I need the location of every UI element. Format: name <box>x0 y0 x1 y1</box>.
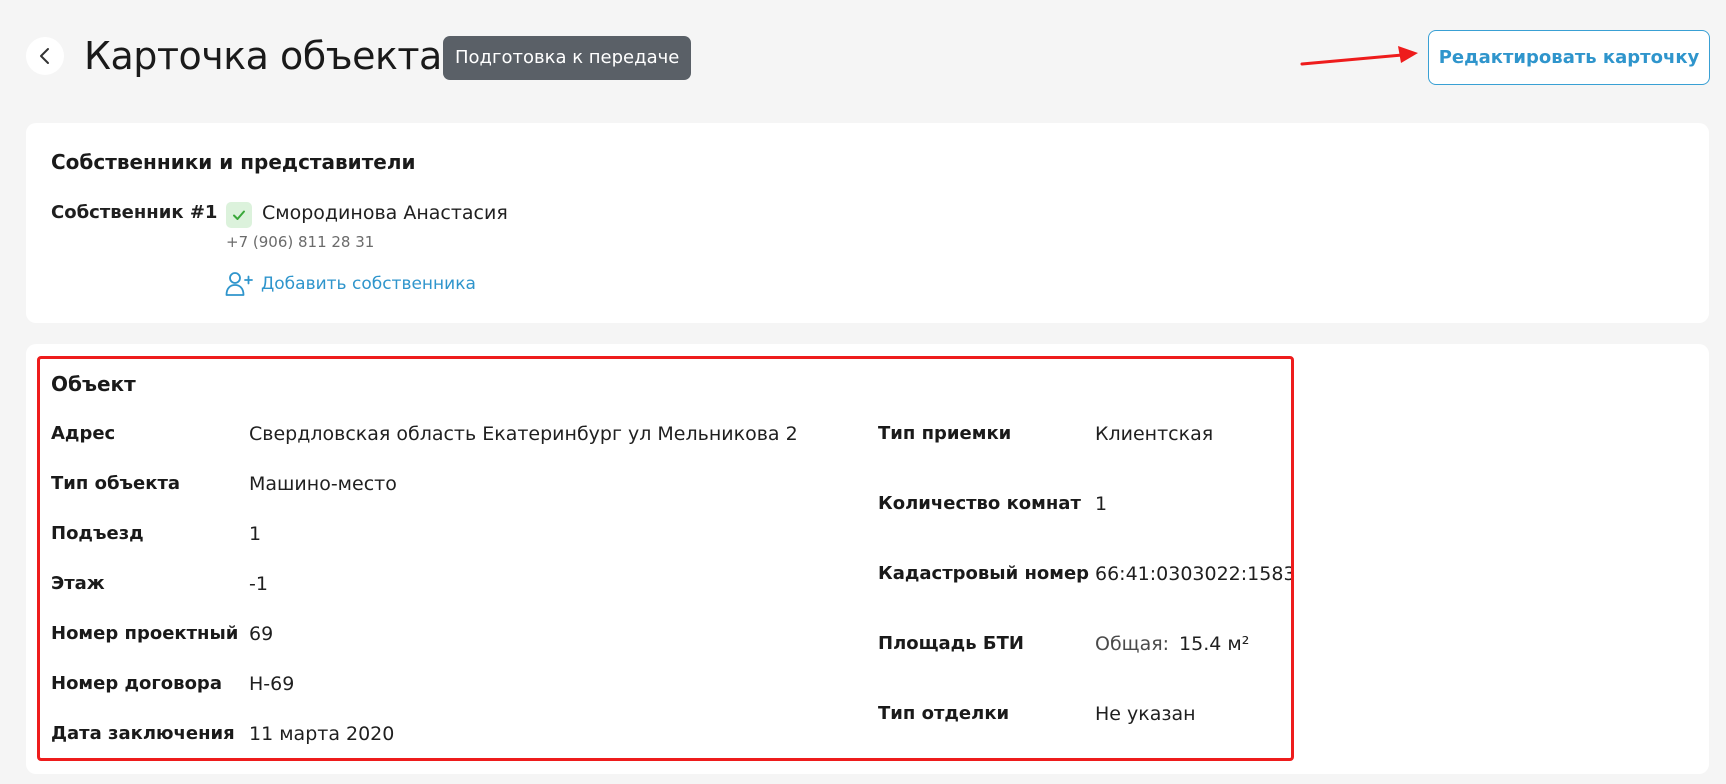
add-owner-link[interactable]: Добавить собственника <box>225 271 476 297</box>
page-title: Карточка объекта <box>84 34 442 78</box>
project-number-label: Номер проектный <box>51 623 239 644</box>
contract-number-label: Номер договора <box>51 673 222 694</box>
floor-value: -1 <box>249 573 268 595</box>
cadastral-number-label: Кадастровый номер <box>878 563 1090 584</box>
rooms-count-label: Количество комнат <box>878 493 1081 514</box>
status-badge: Подготовка к передаче <box>443 36 692 80</box>
bti-area-value: Общая: 15.4 м² <box>1095 633 1249 655</box>
finish-type-label: Тип отделки <box>878 703 1010 724</box>
annotation-arrow <box>1300 46 1418 66</box>
entrance-value: 1 <box>249 523 262 545</box>
owner-phone: +7 (906) 811 28 31 <box>226 233 375 251</box>
contract-number-value: Н-69 <box>249 673 295 695</box>
owner-name[interactable]: Смородинова Анастасия <box>262 202 508 224</box>
chevron-left-icon <box>40 48 49 64</box>
add-user-icon <box>225 272 253 296</box>
floor-label: Этаж <box>51 573 105 594</box>
contract-date-value: 11 марта 2020 <box>249 723 395 745</box>
object-title: Объект <box>51 372 136 396</box>
object-type-label: Тип объекта <box>51 473 181 494</box>
rooms-count-value: 1 <box>1095 493 1108 515</box>
acceptance-type-value: Клиентская <box>1095 423 1214 445</box>
add-owner-label: Добавить собственника <box>261 274 476 294</box>
edit-card-button[interactable]: Редактировать карточку <box>1428 30 1710 85</box>
address-label: Адрес <box>51 423 116 444</box>
contract-date-label: Дата заключения <box>51 723 235 744</box>
acceptance-type-label: Тип приемки <box>878 423 1012 444</box>
bti-area-label: Площадь БТИ <box>878 633 1024 654</box>
verified-badge <box>226 202 252 228</box>
project-number-value: 69 <box>249 623 274 645</box>
entrance-label: Подъезд <box>51 523 144 544</box>
owners-title: Собственники и представители <box>51 150 416 174</box>
back-button[interactable] <box>26 37 64 75</box>
check-icon <box>233 210 245 220</box>
finish-type-value: Не указан <box>1095 703 1196 725</box>
owner-label: Собственник #1 <box>51 202 218 223</box>
object-card: Объект Адрес Свердловская область Екатер… <box>26 344 1709 774</box>
object-type-value: Машино-место <box>249 473 397 495</box>
area-number: 15.4 м² <box>1179 633 1250 655</box>
area-prefix: Общая: <box>1095 633 1170 655</box>
cadastral-number-value: 66:41:0303022:1583 <box>1095 563 1296 585</box>
address-value: Свердловская область Екатеринбург ул Мел… <box>249 423 798 445</box>
owners-card: Собственники и представители Собственник… <box>26 123 1709 323</box>
